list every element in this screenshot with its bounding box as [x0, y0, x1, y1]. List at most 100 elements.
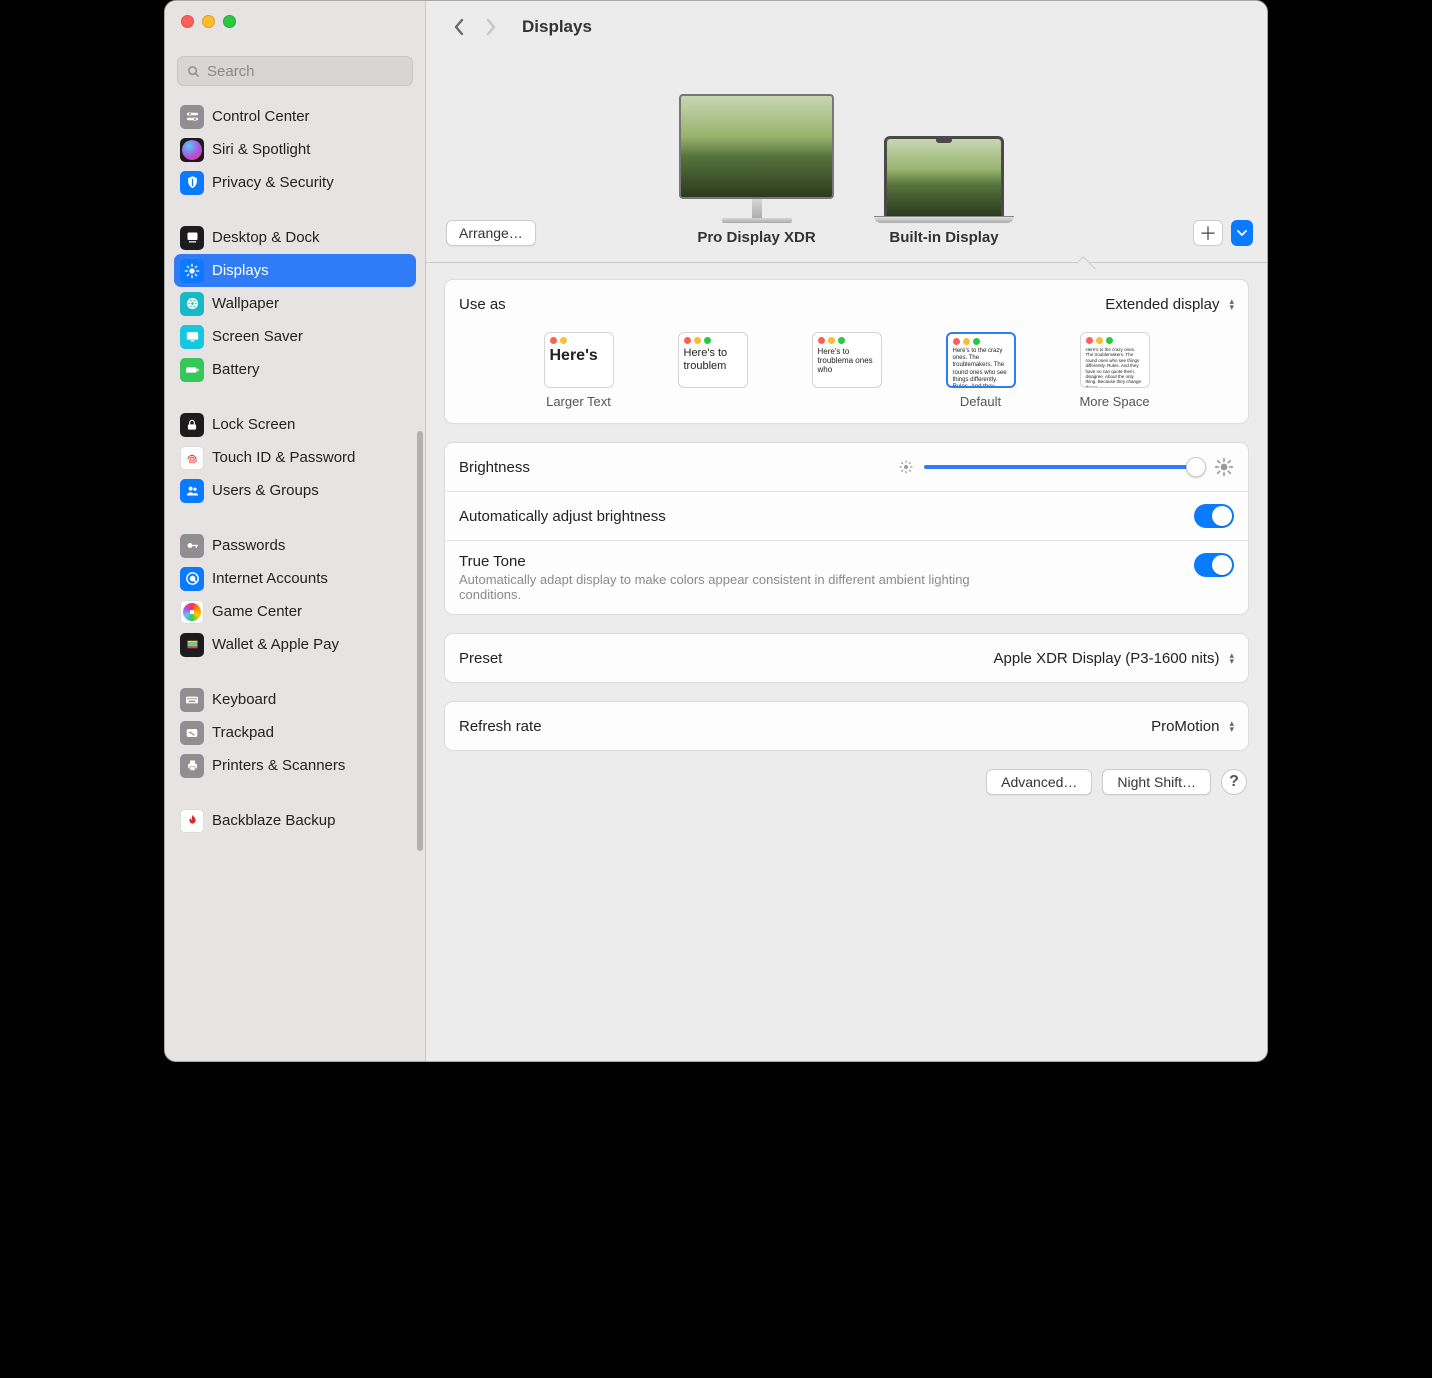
- touch-id-icon: [180, 446, 204, 470]
- sidebar-item-backblaze[interactable]: Backblaze Backup: [174, 804, 416, 837]
- auto-brightness-toggle[interactable]: [1194, 504, 1234, 528]
- updown-chevron-icon: ▴▾: [1229, 720, 1234, 732]
- chevron-down-icon: [1237, 228, 1247, 238]
- sidebar-item-label: Control Center: [212, 108, 310, 125]
- internet-accounts-icon: [180, 567, 204, 591]
- wallpaper-icon: [180, 292, 204, 316]
- updown-chevron-icon: ▴▾: [1229, 298, 1234, 310]
- keyboard-icon: [180, 688, 204, 712]
- scale-label: More Space: [1060, 394, 1170, 409]
- sidebar-item-passwords[interactable]: Passwords: [174, 529, 416, 562]
- sidebar-item-label: Displays: [212, 262, 269, 279]
- display-options-button[interactable]: [1231, 220, 1253, 246]
- resolution-option-3[interactable]: Here's to troublema ones who: [792, 332, 902, 409]
- close-window-button[interactable]: [181, 15, 194, 28]
- minimize-window-button[interactable]: [202, 15, 215, 28]
- sidebar-item-label: Printers & Scanners: [212, 757, 345, 774]
- screen-saver-icon: [180, 325, 204, 349]
- night-shift-button[interactable]: Night Shift…: [1102, 769, 1211, 795]
- brightness-slider[interactable]: [924, 457, 1204, 477]
- printers-icon: [180, 754, 204, 778]
- scale-label: Larger Text: [524, 394, 634, 409]
- sidebar-scrollbar[interactable]: [417, 431, 423, 851]
- sidebar-item-control-center[interactable]: Control Center: [174, 100, 416, 133]
- sidebar-item-displays[interactable]: Displays: [174, 254, 416, 287]
- sidebar-item-label: Wallpaper: [212, 295, 279, 312]
- sidebar-item-label: Backblaze Backup: [212, 812, 335, 829]
- laptop-icon: [884, 136, 1004, 216]
- page-title: Displays: [522, 17, 592, 37]
- lock-screen-icon: [180, 413, 204, 437]
- sidebar-item-label: Trackpad: [212, 724, 274, 741]
- display-built-in[interactable]: Built-in Display: [874, 136, 1014, 246]
- sidebar-item-touch-id[interactable]: Touch ID & Password: [174, 441, 416, 474]
- resolution-option-default[interactable]: Here's to the crazy ones. The troublemak…: [926, 332, 1036, 409]
- sidebar-item-label: Passwords: [212, 537, 285, 554]
- sidebar-item-desktop-dock[interactable]: Desktop & Dock: [174, 221, 416, 254]
- question-icon: ?: [1229, 773, 1239, 791]
- updown-chevron-icon: ▴▾: [1229, 652, 1234, 664]
- privacy-icon: [180, 171, 204, 195]
- sidebar-item-label: Desktop & Dock: [212, 229, 320, 246]
- sidebar-item-label: Game Center: [212, 603, 302, 620]
- true-tone-toggle[interactable]: [1194, 553, 1234, 577]
- chevron-right-icon: [485, 18, 497, 36]
- sidebar-item-siri[interactable]: Siri & Spotlight: [174, 133, 416, 166]
- sidebar-item-battery[interactable]: Battery: [174, 353, 416, 386]
- brightness-high-icon: [1214, 457, 1234, 477]
- sidebar-item-privacy[interactable]: Privacy & Security: [174, 166, 416, 199]
- slider-thumb[interactable]: [1186, 457, 1206, 477]
- sidebar-item-label: Battery: [212, 361, 260, 378]
- add-display-button[interactable]: ＋: [1193, 220, 1223, 246]
- sidebar-item-label: Touch ID & Password: [212, 449, 355, 466]
- sidebar-item-users[interactable]: Users & Groups: [174, 474, 416, 507]
- brightness-low-icon: [898, 459, 914, 475]
- sidebar-item-printers[interactable]: Printers & Scanners: [174, 749, 416, 782]
- help-button[interactable]: ?: [1221, 769, 1247, 795]
- resolution-option-2[interactable]: Here's to troublem: [658, 332, 768, 409]
- sidebar-item-game-center[interactable]: Game Center: [174, 595, 416, 628]
- sidebar-item-screen-saver[interactable]: Screen Saver: [174, 320, 416, 353]
- monitor-icon: [679, 94, 834, 199]
- display-pro-xdr[interactable]: Pro Display XDR: [679, 94, 834, 246]
- sidebar-item-keyboard[interactable]: Keyboard: [174, 683, 416, 716]
- sidebar-item-wallet[interactable]: Wallet & Apple Pay: [174, 628, 416, 661]
- sidebar-item-label: Screen Saver: [212, 328, 303, 345]
- use-as-select[interactable]: Extended display ▴▾: [1105, 296, 1234, 313]
- zoom-window-button[interactable]: [223, 15, 236, 28]
- resolution-option-larger-text[interactable]: Here's Larger Text: [524, 332, 634, 409]
- sidebar-item-lock-screen[interactable]: Lock Screen: [174, 408, 416, 441]
- resolution-option-more-space[interactable]: Here's to the crazy ones. The troublemak…: [1060, 332, 1170, 409]
- forward-button[interactable]: [478, 12, 504, 42]
- sidebar-item-label: Internet Accounts: [212, 570, 328, 587]
- sidebar-item-label: Keyboard: [212, 691, 276, 708]
- siri-icon: [180, 138, 204, 162]
- scale-label: Default: [926, 394, 1036, 409]
- sidebar-item-wallpaper[interactable]: Wallpaper: [174, 287, 416, 320]
- sidebar-item-trackpad[interactable]: Trackpad: [174, 716, 416, 749]
- sidebar-item-internet-accounts[interactable]: Internet Accounts: [174, 562, 416, 595]
- users-icon: [180, 479, 204, 503]
- window-controls: [165, 1, 425, 53]
- advanced-button[interactable]: Advanced…: [986, 769, 1092, 795]
- refresh-rate-select[interactable]: ProMotion ▴▾: [1151, 718, 1234, 735]
- sidebar-item-label: Users & Groups: [212, 482, 319, 499]
- sidebar-item-label: Privacy & Security: [212, 174, 334, 191]
- use-as-label: Use as: [459, 296, 506, 313]
- control-center-icon: [180, 105, 204, 129]
- search-field[interactable]: [177, 56, 413, 86]
- true-tone-label: True Tone: [459, 553, 1019, 570]
- game-center-icon: [180, 600, 204, 624]
- backblaze-icon: [180, 809, 204, 833]
- passwords-icon: [180, 534, 204, 558]
- preset-label: Preset: [459, 650, 502, 667]
- display-label: Built-in Display: [874, 229, 1014, 246]
- preset-select[interactable]: Apple XDR Display (P3-1600 nits) ▴▾: [994, 650, 1234, 667]
- sidebar-item-label: Siri & Spotlight: [212, 141, 310, 158]
- refresh-rate-label: Refresh rate: [459, 718, 542, 735]
- arrange-button[interactable]: Arrange…: [446, 220, 536, 246]
- search-input[interactable]: [207, 63, 404, 80]
- search-icon: [186, 64, 201, 79]
- back-button[interactable]: [446, 12, 472, 42]
- sidebar-item-label: Wallet & Apple Pay: [212, 636, 339, 653]
